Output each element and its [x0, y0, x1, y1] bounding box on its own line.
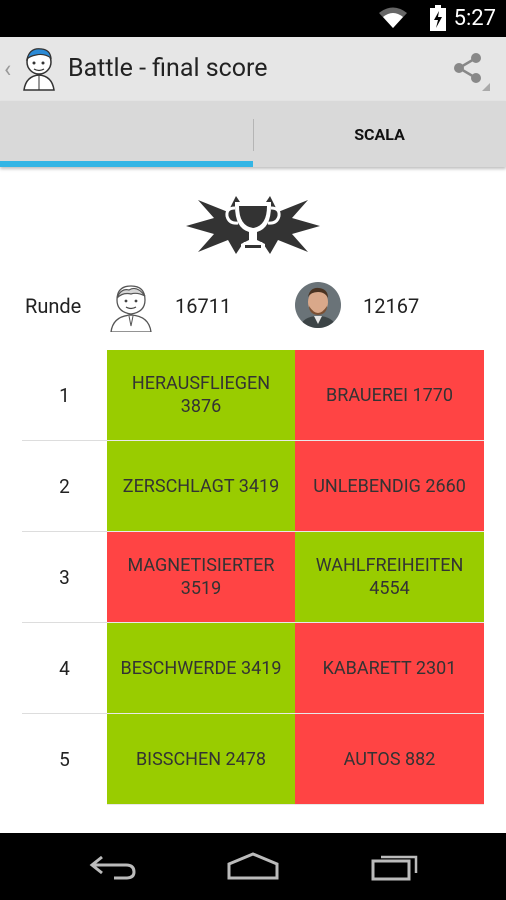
clock: 5:27	[453, 6, 496, 31]
table-row: 2 ZERSCHLAGT 3419 UNLEBENDIG 2660	[22, 441, 484, 532]
player1-word-cell[interactable]: MAGNETISIERTER 3519	[107, 532, 295, 623]
player2-word-cell[interactable]: UNLEBENDIG 2660	[295, 441, 484, 532]
player2-total-score: 12167	[363, 294, 420, 318]
player2-word-cell[interactable]: AUTOS 882	[295, 714, 484, 805]
wifi-icon	[379, 7, 407, 28]
recent-apps-icon[interactable]	[370, 851, 420, 881]
home-nav-icon[interactable]	[226, 851, 280, 881]
round-number: 3	[22, 532, 107, 623]
player1-word-cell[interactable]: BISSCHEN 2478	[107, 714, 295, 805]
round-number: 4	[22, 623, 107, 714]
score-summary: Runde 16711 12167	[0, 280, 506, 332]
player2-word-cell[interactable]: KABARETT 2301	[295, 623, 484, 714]
status-bar: 5:27	[0, 0, 506, 37]
player1-word-cell[interactable]: HERAUSFLIEGEN 3876	[107, 350, 295, 441]
action-bar: ‹ Battle - final score	[0, 37, 506, 101]
player1-avatar	[110, 285, 152, 332]
system-nav-bar	[0, 833, 506, 900]
player2-avatar	[295, 282, 341, 328]
tab-selected-indicator	[0, 161, 253, 167]
share-icon[interactable]	[450, 51, 490, 91]
player1-total-score: 16711	[175, 294, 232, 318]
table-row: 1 HERAUSFLIEGEN 3876 BRAUEREI 1770	[22, 350, 484, 441]
table-row: 4 BESCHWERDE 3419 KABARETT 2301	[22, 623, 484, 714]
player1-word-cell[interactable]: BESCHWERDE 3419	[107, 623, 295, 714]
player2-word-cell[interactable]: BRAUEREI 1770	[295, 350, 484, 441]
player1-word-cell[interactable]: ZERSCHLAGT 3419	[107, 441, 295, 532]
round-number: 5	[59, 748, 70, 771]
page-title: Battle - final score	[68, 54, 268, 83]
round-number: 1	[22, 350, 107, 441]
table-row: 5 BISSCHEN 2478 AUTOS 882	[22, 714, 484, 805]
player2-word-cell[interactable]: WAHLFREIHEITEN 4554	[295, 532, 484, 623]
back-nav-icon[interactable]	[88, 851, 138, 881]
tab-bar: MATRIX SCALA	[0, 101, 506, 494]
tab-scala[interactable]: SCALA	[253, 101, 506, 167]
app-icon[interactable]	[18, 45, 60, 91]
back-chevron-icon[interactable]: ‹	[4, 55, 11, 83]
trophy-icon	[186, 196, 320, 254]
battery-icon	[430, 5, 446, 31]
round-number: 2	[22, 441, 107, 532]
round-label: Runde	[25, 294, 82, 318]
table-row: 3 MAGNETISIERTER 3519 WAHLFREIHEITEN 455…	[22, 532, 484, 623]
round-matrix: 1 HERAUSFLIEGEN 3876 BRAUEREI 1770 2 ZER…	[22, 350, 484, 805]
